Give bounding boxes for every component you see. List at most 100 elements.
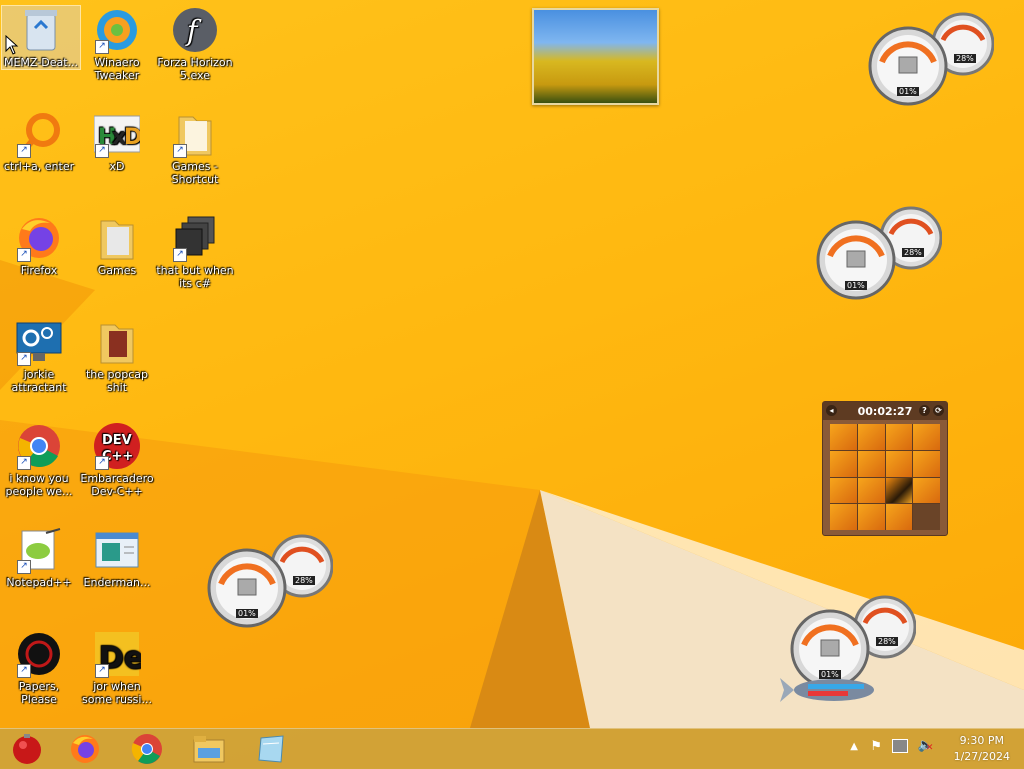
desktop-icon-label: ctrl+a, enter [3, 160, 75, 173]
puzzle-tile[interactable] [885, 450, 913, 477]
winaero-icon: ↗ [93, 6, 141, 54]
cpu-percent-label: 01% [897, 87, 919, 96]
shortcut-arrow-icon: ↗ [17, 456, 31, 470]
taskbar-file-explorer-button[interactable] [182, 731, 236, 767]
puzzle-empty-slot [913, 504, 940, 530]
desktop-icon-label: Embarcadero Dev-C++ [80, 472, 154, 498]
desktop-icon-label: Winaero Tweaker [94, 56, 140, 82]
desktop-icon-firefox[interactable]: ↗ Firefox [0, 214, 78, 277]
start-button[interactable] [0, 731, 54, 767]
network-icon[interactable] [892, 739, 908, 753]
desktop-icon-enderman[interactable]: Enderman... [78, 526, 156, 589]
puzzle-help-icon[interactable]: ? [919, 405, 930, 416]
desktop-icon-winaero[interactable]: ↗ Winaero Tweaker [78, 6, 156, 82]
desktop-icon-games[interactable]: Games [78, 214, 156, 277]
cpu-percent-label: 01% [845, 281, 867, 290]
puzzle-tile[interactable] [913, 424, 940, 450]
desktop-icon-label: MEMZ-Deat... [3, 56, 79, 69]
desktop-icon-label: Firefox [20, 264, 58, 277]
cpu-meter-gadget[interactable]: 01% 28% [816, 206, 943, 300]
desktop-icon-chrome[interactable]: ↗ i know you people we... [0, 422, 78, 498]
puzzle-shuffle-icon[interactable]: ⟳ [933, 405, 944, 416]
recycle-bin-icon [17, 6, 65, 54]
taskbar-clock[interactable]: 9:30 PM 1/27/2024 [954, 733, 1010, 765]
puzzle-back-icon[interactable]: ◂ [826, 405, 837, 416]
picture-puzzle-gadget[interactable]: ◂ 00:02:27 ? ⟳ [822, 401, 948, 536]
shortcut-arrow-icon: ↗ [95, 40, 109, 54]
svg-text:DEV: DEV [102, 433, 132, 448]
shortcut-arrow-icon: ↗ [17, 248, 31, 262]
svg-text:D: D [124, 125, 140, 150]
desktop-icon-russian[interactable]: De ↗ jor when some russi... [78, 630, 156, 706]
magnifier-icon: ↗ [15, 110, 63, 158]
desktop-icon-forza[interactable]: f Forza Horizon 5.exe [156, 6, 234, 82]
puzzle-tile[interactable] [830, 424, 857, 450]
volume-muted-icon[interactable]: 🔈 ✕ [918, 738, 934, 753]
mouse-cursor-icon [5, 35, 19, 55]
firefox-icon: ↗ [15, 214, 63, 262]
notepad-plus-plus-icon: ↗ [15, 526, 63, 574]
folder-icon [93, 214, 141, 262]
taskbar-app-button[interactable] [244, 731, 298, 767]
desktop-icon-label: Forza Horizon 5.exe [157, 56, 233, 82]
desktop-icon-csharp[interactable]: ↗ that but when its c# [156, 214, 234, 290]
settings-monitor-icon: ↗ [15, 318, 63, 366]
shortcut-arrow-icon: ↗ [17, 664, 31, 678]
puzzle-tile[interactable] [857, 504, 885, 530]
desktop-icon-ctrl-a[interactable]: ↗ ctrl+a, enter [0, 110, 78, 173]
flash-player-icon: f [171, 6, 219, 54]
desktop-icon-devcpp[interactable]: DEV C++ ↗ Embarcadero Dev-C++ [78, 422, 156, 498]
clock-date: 1/27/2024 [953, 750, 1010, 763]
cpu-meter-gadget[interactable]: 01% 28% [207, 534, 334, 628]
memory-percent-label: 28% [293, 576, 315, 585]
shortcut-arrow-icon: ↗ [17, 560, 31, 574]
aquarium-fish-gadget[interactable] [778, 672, 882, 708]
show-hidden-icons-icon[interactable]: ▲ [850, 741, 858, 752]
puzzle-tile[interactable] [857, 450, 885, 477]
desktop-icon-notepadpp[interactable]: ↗ Notepad++ [0, 526, 78, 589]
folder-icon [93, 318, 141, 366]
cpu-meter-gadget[interactable]: 01% 28% [868, 12, 995, 106]
stacked-windows-icon: ↗ [171, 214, 219, 262]
action-center-flag-icon[interactable]: ⚑ [870, 739, 882, 754]
de-app-icon: De ↗ [93, 630, 141, 678]
memory-percent-label: 28% [876, 637, 898, 646]
desktop-icon-papers-please[interactable]: ↗ Papers, Please [0, 630, 78, 706]
taskbar-chrome-button[interactable] [120, 731, 174, 767]
puzzle-grid [830, 424, 940, 530]
desktop-icon-label: jor when some russi... [82, 680, 152, 706]
desktop-icon-label: Games [97, 264, 137, 277]
puzzle-tile[interactable] [830, 477, 857, 504]
desktop-icon-xd[interactable]: HxD ↗ xD [78, 110, 156, 173]
puzzle-timer: 00:02:27 [857, 404, 913, 418]
slideshow-gadget[interactable] [532, 8, 659, 105]
puzzle-tile[interactable] [913, 450, 940, 477]
puzzle-tile[interactable] [830, 450, 857, 477]
shortcut-arrow-icon: ↗ [173, 144, 187, 158]
hxd-icon: HxD ↗ [93, 110, 141, 158]
folder-icon: ↗ [171, 110, 219, 158]
desktop-icon-label: Notepad++ [6, 576, 72, 589]
taskbar: ▲ ⚑ 🔈 ✕ 9:30 PM 1/27/2024 [0, 728, 1024, 769]
shortcut-arrow-icon: ↗ [95, 144, 109, 158]
puzzle-tile[interactable] [885, 477, 913, 504]
desktop-icon-label: i know you people we... [5, 472, 73, 498]
shortcut-arrow-icon: ↗ [95, 456, 109, 470]
taskbar-firefox-button[interactable] [58, 731, 112, 767]
desktop-icon-popcap[interactable]: the popcap shit [78, 318, 156, 394]
puzzle-tile[interactable] [857, 477, 885, 504]
desktop-icon-label: xD [109, 160, 125, 173]
desktop-icon-games-shortcut[interactable]: ↗ Games - Shortcut [156, 110, 234, 186]
desktop-icon-label: the popcap shit [85, 368, 148, 394]
cpu-percent-label: 01% [236, 609, 258, 618]
shortcut-arrow-icon: ↗ [17, 144, 31, 158]
desktop-icon-jorkie[interactable]: ↗ jorkie attractant [0, 318, 78, 394]
desktop-icon-label: jorkie attractant [11, 368, 67, 394]
puzzle-tile[interactable] [885, 504, 913, 530]
puzzle-tile[interactable] [913, 477, 940, 504]
shortcut-arrow-icon: ↗ [17, 352, 31, 366]
puzzle-tile[interactable] [830, 504, 857, 530]
dev-cpp-icon: DEV C++ ↗ [93, 422, 141, 470]
puzzle-tile[interactable] [885, 424, 913, 450]
puzzle-tile[interactable] [857, 424, 885, 450]
